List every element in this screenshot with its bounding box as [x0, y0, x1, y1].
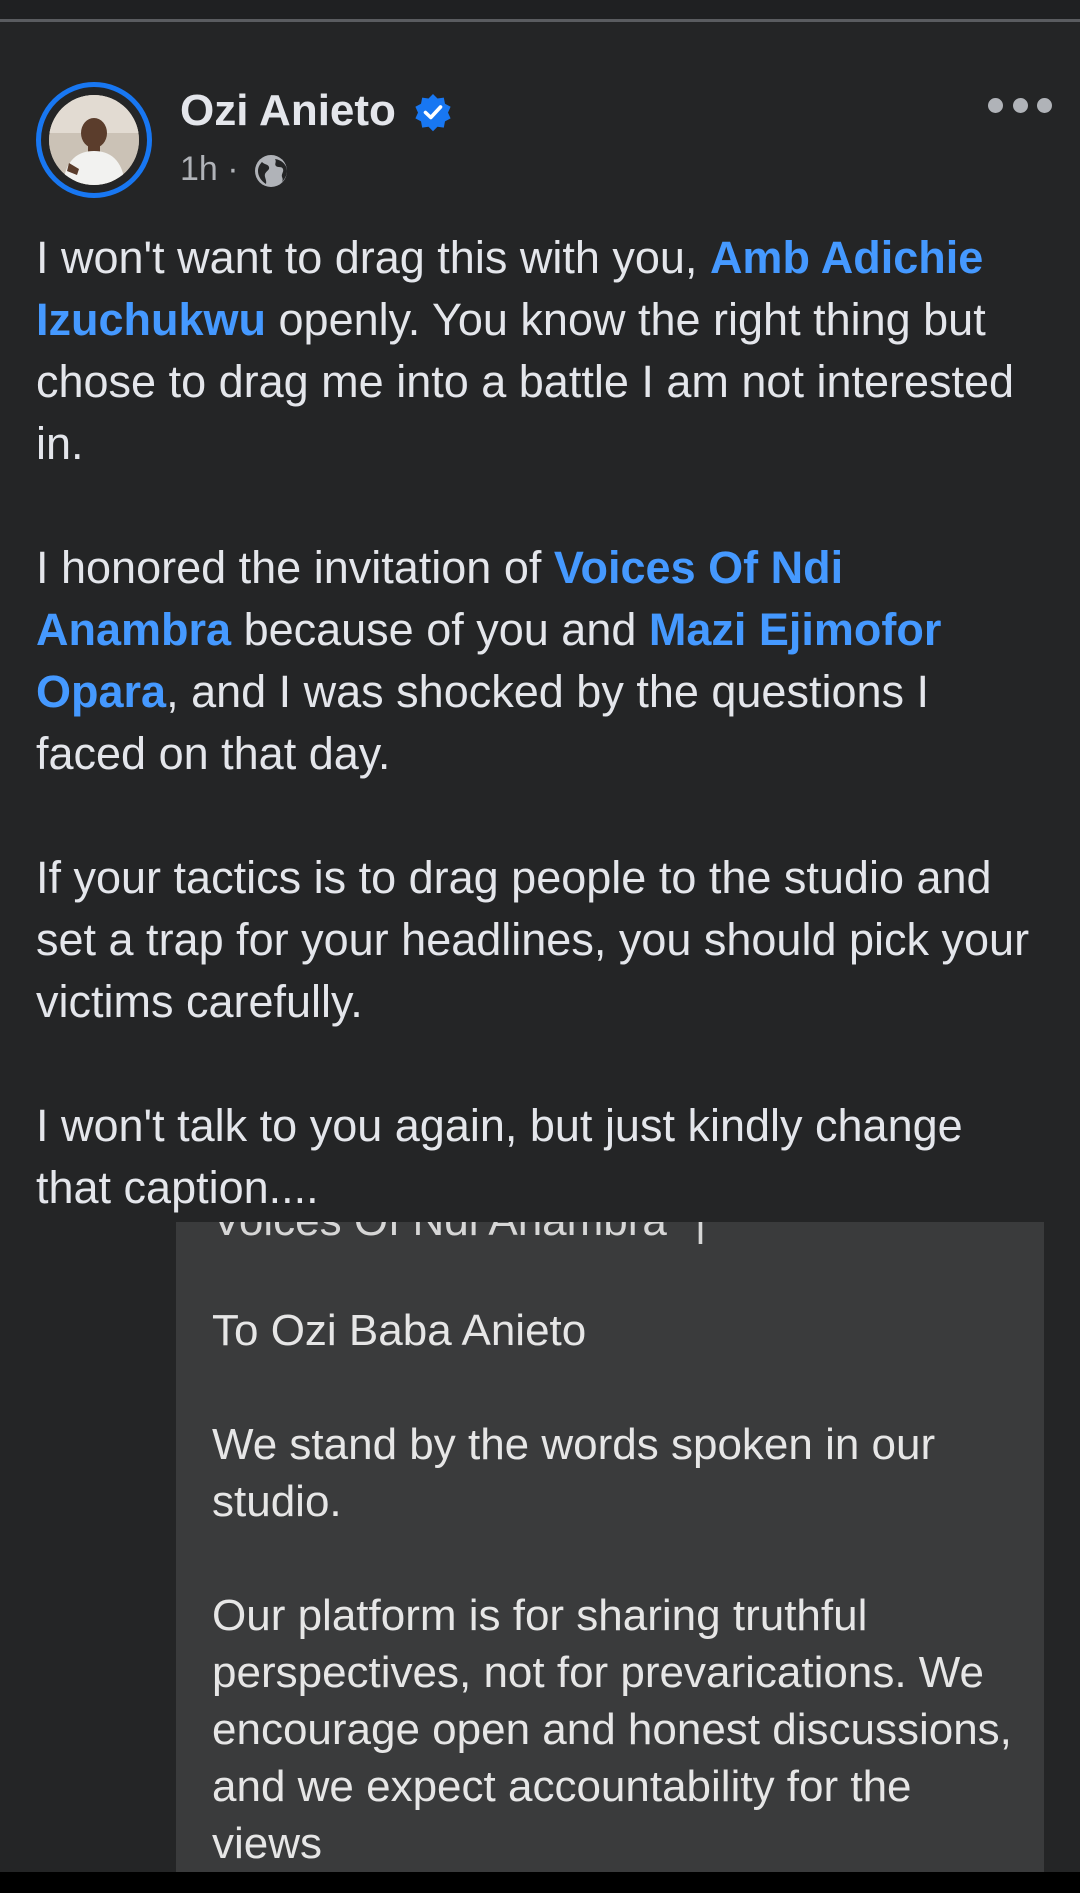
avatar-photo — [49, 95, 139, 185]
text-run: I honored the invitation of — [36, 542, 554, 593]
text-run: I won't talk to you again, but just kind… — [36, 1100, 963, 1213]
author-name[interactable]: Ozi Anieto — [180, 86, 396, 136]
post-card: Ozi Anieto 1h · I won't want to drag thi… — [0, 22, 1080, 1222]
post-paragraph: I won't want to drag this with you, Amb … — [36, 227, 1046, 475]
dot — [1037, 97, 1052, 113]
cut-off-caption: Voices Of Ndi Anambra" | — [212, 1222, 706, 1246]
post-meta: 1h · — [180, 150, 239, 189]
post-paragraph: I honored the invitation of Voices Of Nd… — [36, 537, 1046, 785]
text-run: I won't want to drag this with you, — [36, 232, 710, 283]
statement-paragraph: Our platform is for sharing truthful per… — [212, 1591, 1012, 1868]
post-image[interactable]: Voices Of Ndi Anambra" | To Ozi Baba Ani… — [0, 1222, 1080, 1872]
post-paragraph: I won't talk to you again, but just kind… — [36, 1095, 1046, 1219]
dot — [988, 97, 1003, 113]
post-text: I won't want to drag this with you, Amb … — [36, 227, 1046, 1219]
statement-paragraph: We stand by the words spoken in our stud… — [212, 1420, 936, 1526]
person-avatar-icon — [49, 95, 139, 185]
status-bar — [0, 0, 1080, 20]
globe-icon — [255, 155, 287, 187]
text-run: because of you and — [231, 604, 649, 655]
dot — [1012, 97, 1028, 113]
avatar[interactable] — [36, 82, 152, 198]
shared-statement-card: Voices Of Ndi Anambra" | To Ozi Baba Ani… — [176, 1222, 1044, 1872]
text-run: If your tactics is to drag people to the… — [36, 852, 1030, 1027]
verified-badge-icon — [415, 94, 451, 132]
statement-paragraph: To Ozi Baba Anieto — [212, 1306, 587, 1355]
navigation-bar — [0, 1872, 1080, 1893]
post-time[interactable]: 1h — [180, 150, 218, 188]
text-run: , and I was shocked by the questions I f… — [36, 666, 930, 779]
more-options-icon[interactable] — [988, 90, 1052, 120]
post-paragraph: If your tactics is to drag people to the… — [36, 847, 1046, 1033]
statement-text: To Ozi Baba Anieto We stand by the words… — [212, 1302, 1012, 1872]
meta-separator: · — [227, 150, 239, 188]
